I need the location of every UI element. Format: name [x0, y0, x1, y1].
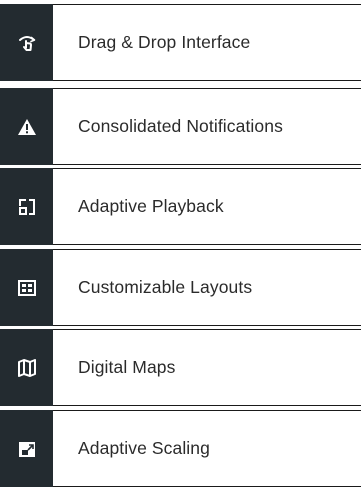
feature-icon-cell	[0, 4, 53, 81]
feature-label-cell: Drag & Drop Interface	[53, 4, 361, 81]
feature-label: Consolidated Notifications	[78, 116, 283, 136]
feature-item-layouts: Customizable Layouts	[0, 249, 361, 326]
feature-icon-cell	[0, 410, 53, 487]
feature-item-drag-drop: Drag & Drop Interface	[0, 4, 361, 81]
feature-label-cell: Consolidated Notifications	[53, 88, 361, 165]
fullscreen-frame-icon	[18, 198, 36, 216]
feature-icon-cell	[0, 329, 53, 406]
feature-label: Adaptive Playback	[78, 196, 224, 216]
feature-item-notifications: Consolidated Notifications	[0, 88, 361, 165]
feature-label-cell: Digital Maps	[53, 329, 361, 406]
map-icon	[17, 358, 36, 377]
feature-label: Customizable Layouts	[78, 277, 253, 297]
warning-icon	[17, 118, 37, 136]
feature-label: Digital Maps	[78, 357, 176, 377]
feature-item-scaling: Adaptive Scaling	[0, 410, 361, 487]
feature-label: Adaptive Scaling	[78, 438, 210, 458]
feature-label-cell: Adaptive Playback	[53, 168, 361, 245]
feature-icon-cell	[0, 88, 53, 165]
feature-icon-cell	[0, 249, 53, 326]
feature-item-playback: Adaptive Playback	[0, 168, 361, 245]
feature-item-maps: Digital Maps	[0, 329, 361, 406]
feature-icon-cell	[0, 168, 53, 245]
feature-label: Drag & Drop Interface	[78, 32, 251, 52]
feature-label-cell: Customizable Layouts	[53, 249, 361, 326]
feature-label-cell: Adaptive Scaling	[53, 410, 361, 487]
scaling-screen-icon	[18, 440, 36, 458]
touch-swipe-icon	[17, 33, 37, 53]
layout-grid-icon	[17, 279, 36, 296]
